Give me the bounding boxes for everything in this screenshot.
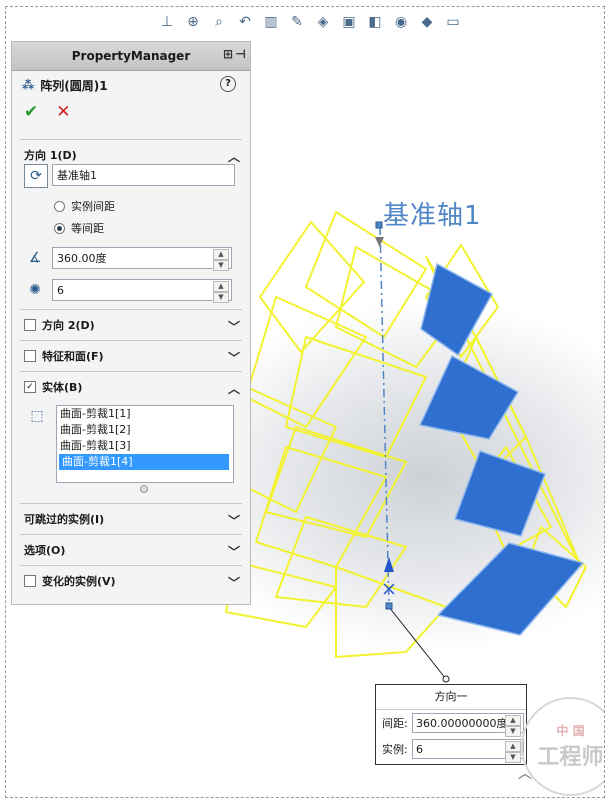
chevron-up-icon[interactable]: ︿ [228,380,240,397]
list-item-selected[interactable]: 曲面-剪裁1[4] [59,454,229,470]
pattern-face-3 [454,450,546,537]
chevron-down-icon[interactable]: ﹀ [228,349,240,366]
wireframe-instance-5 [255,446,387,568]
pattern-face-2 [419,355,519,440]
instances-dim-input[interactable]: 6 ▲ ▼ [412,739,524,763]
wireframe-outer-4 [285,336,427,458]
angle-icon: ∡ [28,250,42,266]
property-manager-header: PropertyManager ⊞ ⊣ [12,42,250,71]
property-manager-panel: PropertyManager ⊞ ⊣ ⁂ 阵列(圆周)1 ? ✔ ✕ 方向 1… [11,41,251,605]
options-header[interactable]: 选项(O) ﹀ [12,535,250,565]
dimension-spacing-row: 间距: 360.00000000度 ▲ ▼ [376,710,526,737]
instances-input[interactable]: 6 ▲ ▼ [52,279,232,303]
bodies-checkbox[interactable]: ✓ [24,381,36,393]
instances-label: 实例: [382,743,408,756]
panel-controls: ⊞ ⊣ [223,47,246,61]
axis-selection-field[interactable]: 基准轴1 [52,164,235,186]
list-item[interactable]: 曲面-剪裁1[3] [57,438,233,454]
chevron-down-icon[interactable]: ﹀ [228,512,240,529]
circular-pattern-icon: ⁂ [22,78,35,92]
chevron-down-icon[interactable]: ﹀ [228,543,240,560]
bodies-list[interactable]: 曲面-剪裁1[1] 曲面-剪裁1[2] 曲面-剪裁1[3] 曲面-剪裁1[4] [56,405,234,483]
bodies-header[interactable]: ✓ 实体(B) ︿ [12,372,250,402]
axis-handle-top [375,221,383,229]
ok-button[interactable]: ✔ [24,102,38,122]
chevron-down-icon[interactable]: ﹀ [228,318,240,335]
radio-dot-instance-spacing[interactable] [54,200,65,212]
pin-icon[interactable]: ⊣ [235,47,246,61]
radio-instance-spacing[interactable]: 实例间距 [54,198,115,214]
angle-input[interactable]: 360.00度 ▲ ▼ [52,247,232,271]
instances-dim-value: 6 [416,742,423,756]
leader-end [442,675,450,683]
spacing-value: 360.00000000度 [416,717,508,730]
features-faces-header[interactable]: 特征和面(F) ﹀ [12,341,250,371]
ok-cancel-row: ✔ ✕ [12,99,250,125]
spacing-spinner[interactable]: ▲ ▼ [505,715,521,737]
axis-handle-bottom [385,602,393,610]
body-icon: ⬚ [30,408,44,424]
datum-axis-label[interactable]: 基准轴1 [383,195,482,232]
wireframe-instance-8 [335,566,447,658]
direction2-header[interactable]: 方向 2(D) ﹀ [12,310,250,340]
radio-equal-spacing[interactable]: 等间距 [54,220,104,236]
pattern-face-4 [437,542,584,636]
skip-instances-header[interactable]: 可跳过的实例(I) ﹀ [12,504,250,534]
pattern-dimension-box: 方向一 间距: 360.00000000度 ▲ ▼ 实例: 6 ▲ ▼ [375,684,527,765]
vary-instances-header[interactable]: 变化的实例(V) ﹀ [12,566,250,596]
wireframe-instance-3 [245,296,367,428]
spacing-label: 间距: [382,717,408,730]
cancel-button[interactable]: ✕ [56,102,70,122]
help-icon[interactable]: ? [220,76,236,92]
feature-name: 阵列(圆周)1 [40,78,108,93]
chevron-down-icon[interactable]: ﹀ [228,574,240,591]
list-item[interactable]: 曲面-剪裁1[1] [57,406,233,422]
resize-handle[interactable] [140,485,148,493]
features-faces-checkbox[interactable] [24,350,36,362]
split-panel-icon[interactable]: ⊞ [223,47,233,61]
instances-spinner[interactable]: ▲ ▼ [213,281,229,303]
dimension-instances-row: 实例: 6 ▲ ▼ [376,736,526,763]
reverse-direction-icon[interactable]: ⟳ [24,164,48,188]
axis-arrow-bottom [384,557,394,572]
vary-instances-checkbox[interactable] [24,575,36,587]
instances-icon: ✺ [29,282,41,298]
direction2-checkbox[interactable] [24,319,36,331]
list-item[interactable]: 曲面-剪裁1[2] [57,422,233,438]
spacing-input[interactable]: 360.00000000度 ▲ ▼ [412,713,524,737]
chevron-up-icon[interactable]: ︿ [228,148,240,165]
feature-title-row: ⁂ 阵列(圆周)1 ? [12,71,250,99]
chevron-up-icon[interactable]: ︿ [518,763,532,783]
dimension-box-title: 方向一 [376,685,526,710]
instances-dim-spinner[interactable]: ▲ ▼ [505,741,521,763]
angle-spinner[interactable]: ▲ ▼ [213,249,229,271]
radio-dot-equal-spacing[interactable] [54,222,65,234]
property-manager-title: PropertyManager [71,49,191,63]
